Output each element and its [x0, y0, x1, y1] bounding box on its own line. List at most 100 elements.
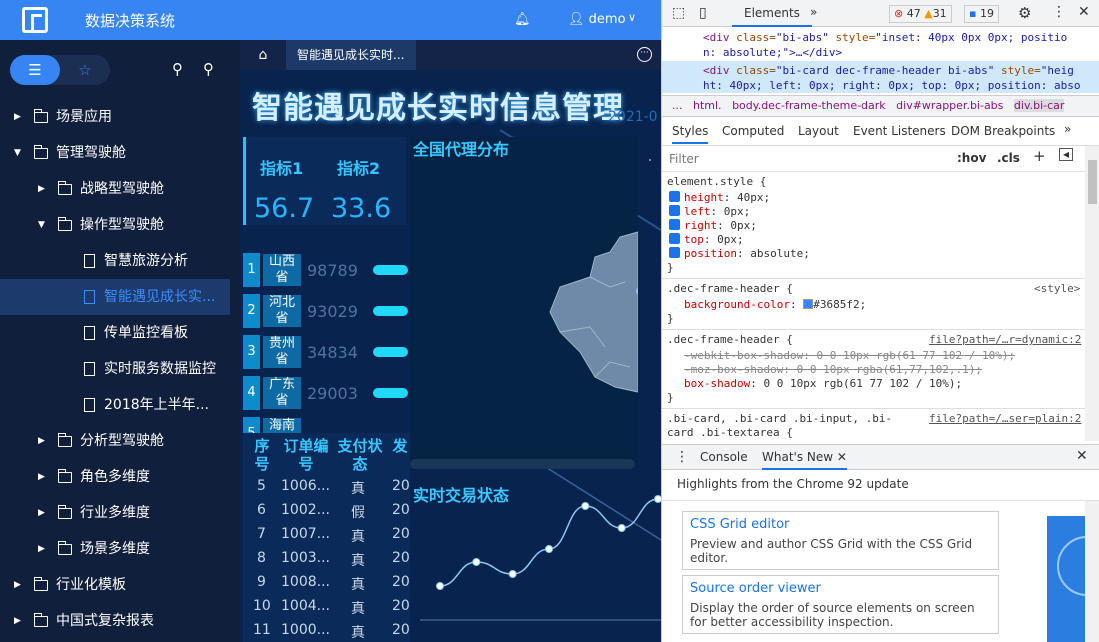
rule-2-source[interactable]: <style> [1034, 282, 1080, 295]
whats-new-card[interactable]: CSS Grid editor Preview and author CSS G… [682, 511, 999, 570]
caret-right-icon[interactable]: ▶ [38, 495, 45, 531]
breadcrumb-current[interactable]: div.bi-car [1013, 99, 1065, 112]
trend-point[interactable] [508, 570, 517, 578]
tab-event-listeners[interactable]: Event Listeners [853, 124, 946, 138]
card-title[interactable]: CSS Grid editor [690, 517, 789, 532]
table-row[interactable]: 6 1002... 假 20 [243, 499, 410, 523]
caret-right-icon[interactable]: ▶ [38, 423, 45, 459]
table-header-cell[interactable]: 发 [390, 437, 410, 455]
device-toggle-icon[interactable]: ▯ [699, 5, 707, 21]
messages-counter[interactable]: ▪ 19 [964, 5, 999, 23]
sidebar-item[interactable]: ▶ 场景多维度 [0, 531, 230, 567]
card-title[interactable]: Source order viewer [690, 581, 821, 596]
sidebar-item[interactable]: ▶ 场景应用 [0, 99, 230, 135]
checkbox-icon[interactable] [669, 233, 680, 244]
table-row[interactable]: 8 1003... 真 20 [243, 547, 410, 571]
tab-active-report[interactable]: 智能遇见成长实时... [286, 40, 416, 70]
map-horizontal-scrollbar[interactable] [410, 459, 635, 469]
table-row[interactable]: 9 1008... 真 20 [243, 571, 410, 595]
more-options-icon[interactable]: ··· [637, 47, 652, 62]
caret-right-icon[interactable]: ▶ [38, 531, 45, 567]
checkbox-icon[interactable] [669, 219, 680, 230]
drawer-menu-icon[interactable]: ⋮ [675, 449, 689, 465]
sidebar-item[interactable]: 传单监控看板 [0, 315, 230, 351]
tab-dom-breakpoints[interactable]: DOM Breakpoints [951, 124, 1055, 138]
breadcrumb-body[interactable]: body.dec-frame-theme-dark [732, 99, 886, 112]
styles-scrollbar[interactable] [1085, 146, 1099, 441]
caret-down-icon[interactable]: ▼ [14, 135, 21, 171]
sidebar-item[interactable]: 2018年上半年... [0, 387, 230, 423]
search-icon[interactable]: ⚲ [172, 60, 183, 78]
table-row[interactable]: 11 1000... 真 20 [243, 619, 410, 642]
tab-whats-new[interactable]: What's New ✕ [762, 450, 847, 470]
star-icon[interactable]: ☆ [60, 55, 110, 85]
breadcrumb-more[interactable]: ... [672, 99, 683, 112]
checkbox-icon[interactable] [669, 191, 680, 202]
sidebar-item[interactable]: ▶ 角色多维度 [0, 459, 230, 495]
rule-2-prop[interactable]: background-color: #3685f2; [684, 298, 866, 311]
inspect-element-icon[interactable]: ⬚ [672, 5, 685, 21]
more-tabs-icon[interactable]: » [810, 5, 817, 19]
tab-layout[interactable]: Layout [798, 124, 839, 138]
sidebar-item[interactable]: ▶ 中国式复杂报表 [0, 603, 230, 639]
trend-point[interactable] [581, 502, 590, 510]
sidebar-item[interactable]: ▶ 行业化模板 [0, 567, 230, 603]
checkbox-icon[interactable] [669, 205, 680, 216]
close-icon[interactable]: ✕ [1078, 4, 1090, 20]
styles-filter-input[interactable]: Filter [662, 146, 947, 170]
caret-right-icon[interactable]: ▶ [14, 603, 21, 639]
sidebar-item[interactable]: 智慧旅游分析 [0, 243, 230, 279]
trend-point[interactable] [545, 545, 553, 553]
caret-right-icon[interactable]: ▶ [38, 171, 45, 207]
sidebar-item[interactable]: 智能遇见成长实... [0, 279, 230, 315]
chevron-down-icon[interactable]: ∨ [628, 11, 636, 24]
style-prop-row[interactable]: top: 0px; [669, 233, 744, 246]
rule-4-source[interactable]: file?path=/…ser=plain:2 [929, 412, 1081, 425]
trend-point[interactable] [617, 524, 626, 532]
sidebar-item[interactable]: ▼ 操作型驾驶舱 [0, 207, 230, 243]
tab-computed[interactable]: Computed [722, 124, 784, 138]
rule-3-box-shadow[interactable]: box-shadow: 0 0 10px rgb(61 77 102 / 10%… [684, 377, 962, 390]
tab-styles[interactable]: Styles [672, 124, 709, 144]
tab-elements[interactable]: Elements [732, 6, 812, 27]
caret-down-icon[interactable]: ▼ [38, 207, 45, 243]
color-swatch[interactable] [803, 299, 814, 309]
close-icon[interactable]: ✕ [837, 450, 847, 464]
sidebar-item[interactable]: ▶ 行业多维度 [0, 495, 230, 531]
breadcrumb-wrapper[interactable]: div#wrapper.bi-abs [896, 99, 1003, 112]
rule-3-source[interactable]: file?path=/…r=dynamic:2 [929, 333, 1081, 346]
style-prop-row[interactable]: height: 40px; [669, 191, 770, 204]
hov-button[interactable]: :hov [957, 151, 986, 165]
style-prop-row[interactable]: right: 0px; [669, 219, 757, 232]
trend-point[interactable] [436, 582, 444, 590]
bell-icon[interactable]: 🔔︎ [514, 12, 531, 27]
user-menu[interactable]: 👤︎ demo [568, 12, 626, 27]
trend-point[interactable] [472, 558, 481, 566]
table-header-cell[interactable]: 支付状态 [337, 437, 383, 473]
more-subtabs-icon[interactable]: » [1064, 122, 1071, 136]
dom-node-2[interactable]: <div class="bi-card dec-frame-header bi-… [703, 64, 1074, 77]
caret-right-icon[interactable]: ▶ [14, 567, 21, 603]
dom-node-1[interactable]: <div class="bi-abs" style="inset: 40px 0… [703, 31, 1067, 45]
rule-3-moz-prop[interactable]: -moz-box-shadow: 0 0 10px rgba(61,77,102… [684, 363, 982, 376]
settings-gear-icon[interactable]: ⚙ [1018, 4, 1031, 22]
table-header-cell[interactable]: 订单编号 [279, 437, 333, 473]
sidebar-item[interactable]: ▶ 分析型驾驶舱 [0, 423, 230, 459]
list-view-icon[interactable]: ☰ [10, 55, 60, 85]
sidebar-item[interactable]: 实时服务数据监控 [0, 351, 230, 387]
table-header-cell[interactable]: 序号 [251, 437, 273, 473]
home-icon[interactable]: ⌂ [240, 40, 286, 70]
table-row[interactable]: 5 1006... 真 20 [243, 475, 410, 499]
whats-new-card[interactable]: Source order viewer Display the order of… [682, 575, 999, 634]
toggle-sidebar-icon[interactable]: ◂ [1059, 148, 1073, 161]
checkbox-icon[interactable] [669, 247, 680, 258]
close-drawer-icon[interactable]: ✕ [1076, 448, 1088, 464]
app-logo[interactable] [22, 7, 48, 33]
issues-counter[interactable]: ⊗ 47 ▲31 [889, 5, 952, 23]
drawer-scrollbar[interactable] [1085, 501, 1099, 642]
caret-right-icon[interactable]: ▶ [14, 99, 21, 135]
tab-console[interactable]: Console [700, 450, 748, 464]
style-prop-row[interactable]: position: absolute; [669, 247, 810, 260]
breadcrumb-html[interactable]: html. [693, 99, 722, 112]
sidebar-item[interactable]: ▶ 战略型驾驶舱 [0, 171, 230, 207]
